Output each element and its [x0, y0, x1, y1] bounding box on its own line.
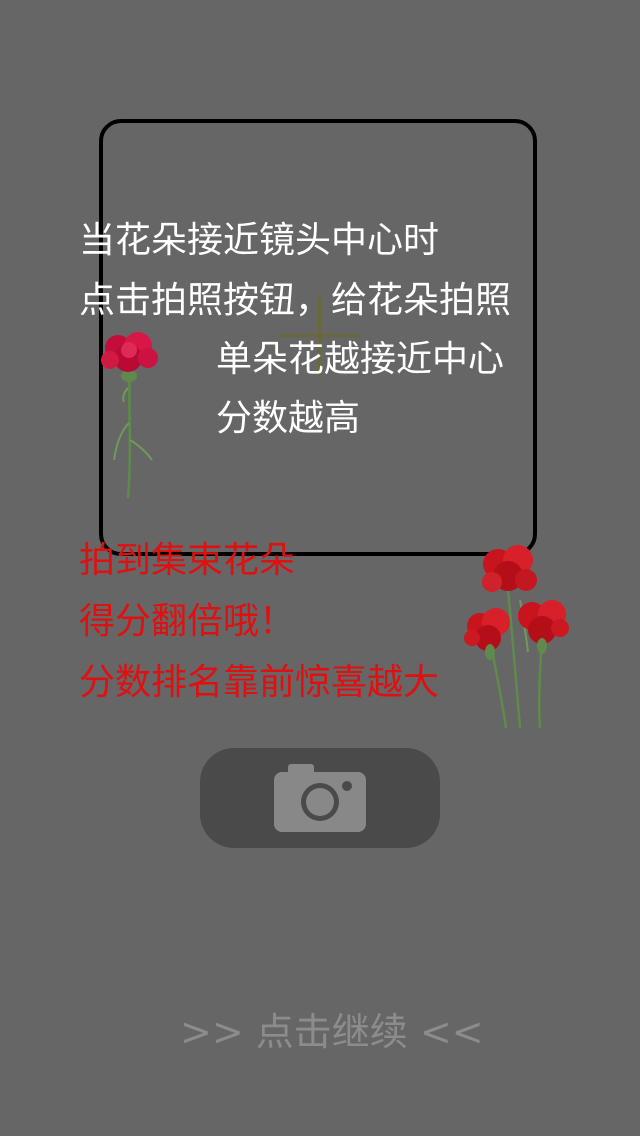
carnation-icon: [101, 332, 158, 499]
continue-label: 点击继续: [255, 1010, 408, 1054]
camera-icon: [274, 764, 366, 832]
instruction-line-4: 分数越高: [216, 398, 361, 439]
continue-left-arrows: >>: [180, 1010, 244, 1054]
instruction-line-3: 单朵花越接近中心: [216, 339, 505, 380]
shutter-button[interactable]: [200, 748, 440, 848]
bonus-line-2: 得分翻倍哦！: [79, 601, 296, 642]
instruction-line-1: 当花朵接近镜头中心时: [79, 220, 440, 261]
instruction-line-2: 点击拍照按钮，给花朵拍照: [79, 280, 512, 321]
continue-button[interactable]: >> 点击继续 <<: [180, 1010, 484, 1054]
bonus-line-1: 拍到集束花朵: [79, 540, 296, 581]
bonus-line-3: 分数排名靠前惊喜越大: [79, 662, 440, 703]
continue-right-arrows: <<: [419, 1010, 484, 1054]
carnation-bouquet-icon: [464, 545, 569, 729]
